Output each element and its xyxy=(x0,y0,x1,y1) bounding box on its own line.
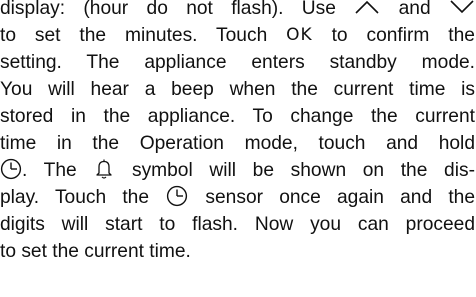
text-symbol-shown: symbol will be shown on the dis- xyxy=(131,160,475,181)
clock-icon xyxy=(165,185,189,207)
text-set-minutes: to set the minutes. Touch xyxy=(0,25,268,46)
text-and: and xyxy=(398,0,431,19)
text-line-1: display: (hour do not flash). Use and xyxy=(0,0,475,22)
text-line-9: digits will start to flash. Now you can … xyxy=(0,214,475,235)
text-line-2: to set the minutes. Touch OK to confirm … xyxy=(0,22,475,49)
text-the: . The xyxy=(22,160,77,181)
chevron-down-icon xyxy=(449,0,475,15)
clock-icon xyxy=(0,158,22,180)
manual-page: display: (hour do not flash). Use and to… xyxy=(0,0,476,297)
text-confirm: to confirm the xyxy=(331,25,475,46)
chevron-up-icon xyxy=(354,0,380,15)
text-line-3: setting. The appliance enters standby mo… xyxy=(0,52,475,73)
text-line-5: stored in the appliance. To change the c… xyxy=(0,106,475,127)
text-line-4: You will hear a beep when the current ti… xyxy=(0,79,475,100)
ok-symbol: OK xyxy=(286,25,313,45)
text-line-10: to set the current time. xyxy=(0,241,191,262)
text-sensor-once: sensor once again and the xyxy=(205,187,476,208)
text-line-8: play. Touch the sensor once again and th… xyxy=(0,184,475,211)
text-line-6: time in the Operation mode, touch and ho… xyxy=(0,133,475,154)
text-display-hours: display: (hour do not flash). Use xyxy=(0,0,336,19)
text-line-7: . The symbol will be shown on the dis- xyxy=(0,157,475,184)
text-play-touch: play. Touch the xyxy=(0,187,150,208)
bell-icon xyxy=(93,158,115,180)
